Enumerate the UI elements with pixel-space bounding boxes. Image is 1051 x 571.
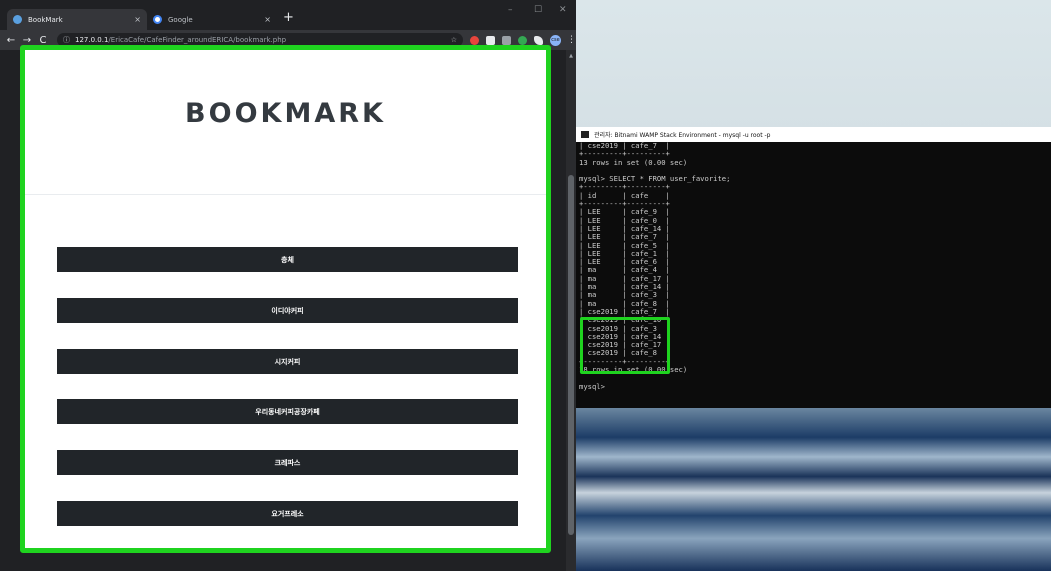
highlight-box [580,317,670,374]
bookmark-page: BOOKMARK 층체 이디야커피 시지커피 우리동네커피공장카페 크레파스 요… [20,45,551,553]
cafe-button[interactable]: 우리동네커피공장카페 [57,399,518,424]
star-bookmark-icon[interactable]: ☆ [451,36,457,44]
extension-grey-icon[interactable] [502,35,511,45]
close-window-button[interactable]: ✕ [559,5,567,15]
minimize-button[interactable]: – [508,5,513,15]
reload-button[interactable]: C [35,35,51,46]
cafe-button[interactable]: 요거프레소 [57,501,518,526]
browser-menu-icon[interactable]: ⋮ [567,35,576,45]
tab-title: Google [168,15,193,24]
terminal-icon [581,131,589,138]
browser-window: BookMark × Google × + – ☐ ✕ ← → C ⓘ 127.… [0,0,576,571]
extension-green-icon[interactable] [518,35,527,45]
google-favicon-icon [153,15,162,24]
close-tab-icon[interactable]: × [134,15,141,24]
cafe-button[interactable]: 크레파스 [57,450,518,475]
new-tab-button[interactable]: + [283,11,294,24]
maximize-button[interactable]: ☐ [534,5,542,15]
screen: BookMark × Google × + – ☐ ✕ ← → C ⓘ 127.… [0,0,1051,571]
extensions-puzzle-icon[interactable] [534,35,543,45]
terminal-line: 13 rows in set (0.00 sec) [579,157,688,167]
extension-square-icon[interactable] [486,35,495,45]
bookmark-favicon-icon [13,15,22,24]
profile-avatar[interactable]: cse [550,34,561,46]
terminal-titlebar[interactable]: 관리자: Bitnami WAMP Stack Environment - my… [576,127,1051,142]
desktop-wallpaper-water [576,408,1051,571]
extension-red-icon[interactable] [470,35,479,45]
back-button[interactable]: ← [3,35,19,46]
scrollbar-thumb[interactable] [568,175,574,535]
close-tab-icon[interactable]: × [264,15,271,24]
terminal-line: mysql> [579,381,605,391]
url-host: 127.0.0.1 [75,36,109,44]
tab-google[interactable]: Google × [147,9,277,30]
url-path: /EricaCafe/CafeFinder_aroundERICA/bookma… [108,36,287,44]
cafe-button[interactable]: 층체 [57,247,518,272]
terminal-title: 관리자: Bitnami WAMP Stack Environment - my… [594,132,771,139]
cafe-button[interactable]: 이디야커피 [57,298,518,323]
page-scrollbar[interactable]: ▲ [566,50,576,571]
page-header: BOOKMARK [25,50,546,195]
scroll-up-arrow-icon[interactable]: ▲ [568,53,574,59]
page-title: BOOKMARK [185,98,386,129]
tab-bookmark[interactable]: BookMark × [7,9,147,30]
forward-button[interactable]: → [19,35,35,46]
tab-title: BookMark [28,15,63,24]
cafe-button[interactable]: 시지커피 [57,349,518,374]
site-info-icon[interactable]: ⓘ [63,35,70,45]
tab-bar: BookMark × Google × + – ☐ ✕ [0,0,576,30]
